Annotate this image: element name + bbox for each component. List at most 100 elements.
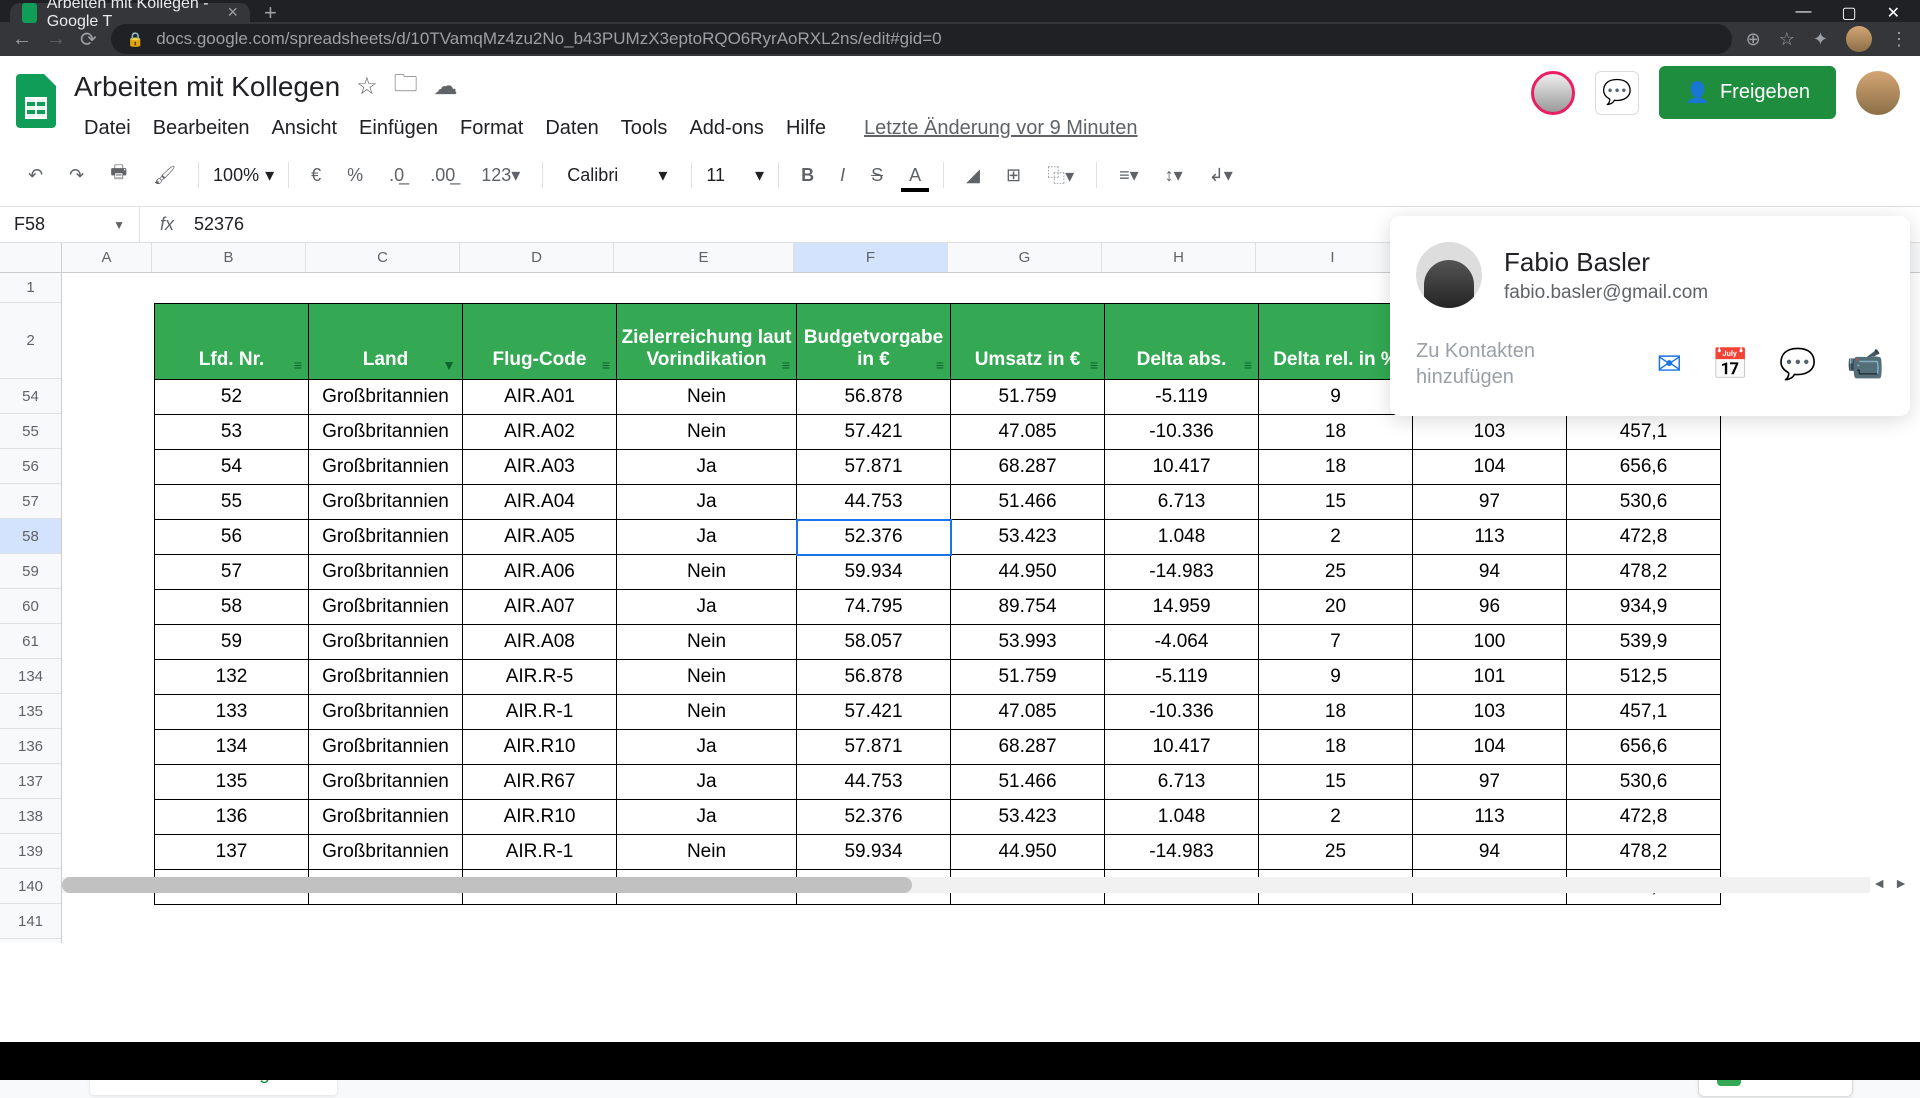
cell[interactable]: 89.754 <box>951 590 1105 625</box>
cell[interactable]: 44.950 <box>951 835 1105 870</box>
cell[interactable]: 113 <box>1413 520 1567 555</box>
share-button[interactable]: 👤 Freigeben <box>1659 66 1836 119</box>
table-row[interactable]: 54GroßbritannienAIR.A03Ja57.87168.28710.… <box>155 450 1721 485</box>
cell[interactable]: 539,9 <box>1567 625 1721 660</box>
borders-icon[interactable]: ⊞ <box>998 159 1029 192</box>
select-all-corner[interactable] <box>0 243 62 272</box>
cell[interactable]: Großbritannien <box>309 660 463 695</box>
cell[interactable]: -10.336 <box>1105 415 1259 450</box>
cell[interactable]: 18 <box>1259 695 1413 730</box>
cell[interactable]: 20 <box>1259 590 1413 625</box>
cell[interactable]: 44.753 <box>797 765 951 800</box>
cell[interactable]: 104 <box>1413 450 1567 485</box>
cell[interactable]: AIR.R67 <box>463 765 617 800</box>
move-icon[interactable]: 🗀 <box>394 66 418 107</box>
cell[interactable]: AIR.A06 <box>463 555 617 590</box>
cell[interactable]: 51.759 <box>951 380 1105 415</box>
cell[interactable]: Großbritannien <box>309 380 463 415</box>
cell[interactable]: Nein <box>617 660 797 695</box>
cell[interactable]: AIR.A05 <box>463 520 617 555</box>
row-header[interactable]: 137 <box>0 764 61 799</box>
cell[interactable]: 94 <box>1413 835 1567 870</box>
cell[interactable]: Ja <box>617 800 797 835</box>
cell[interactable]: 44.753 <box>797 485 951 520</box>
cell[interactable]: -5.119 <box>1105 380 1259 415</box>
cell[interactable]: AIR.A08 <box>463 625 617 660</box>
last-edit-link[interactable]: Letzte Änderung vor 9 Minuten <box>854 113 1148 144</box>
merge-icon[interactable]: ⿻▾ <box>1039 156 1082 194</box>
cell[interactable]: 530,6 <box>1567 765 1721 800</box>
cell[interactable]: Ja <box>617 765 797 800</box>
table-row[interactable]: 134GroßbritannienAIR.R10Ja57.87168.28710… <box>155 730 1721 765</box>
url-input[interactable]: 🔒 docs.google.com/spreadsheets/d/10TVamq… <box>111 24 1732 54</box>
scroll-left-icon[interactable]: ◄ <box>1872 875 1886 891</box>
cell[interactable]: Nein <box>617 555 797 590</box>
font-select[interactable]: Calibri▾ <box>557 165 677 186</box>
cell[interactable]: 6.713 <box>1105 765 1259 800</box>
cell[interactable]: 10.417 <box>1105 450 1259 485</box>
cell[interactable]: Großbritannien <box>309 730 463 765</box>
col-header-D[interactable]: D <box>460 243 614 272</box>
row-header[interactable]: 54 <box>0 379 61 414</box>
browser-tab[interactable]: Arbeiten mit Kollegen - Google T × <box>10 3 250 22</box>
cell[interactable]: -10.336 <box>1105 695 1259 730</box>
col-header-C[interactable]: C <box>306 243 460 272</box>
cell[interactable]: 478,2 <box>1567 835 1721 870</box>
cell[interactable]: Ja <box>617 450 797 485</box>
column-header[interactable]: Budgetvorgabe in €≡ <box>797 304 951 380</box>
cell[interactable]: 44.950 <box>951 555 1105 590</box>
redo-icon[interactable]: ↷ <box>61 159 92 192</box>
cell[interactable]: Großbritannien <box>309 765 463 800</box>
currency-icon[interactable]: € <box>303 159 329 192</box>
column-header[interactable]: Flug-Code≡ <box>463 304 617 380</box>
menu-icon[interactable]: ⋮ <box>1890 29 1908 50</box>
cell[interactable]: 47.085 <box>951 415 1105 450</box>
minimize-icon[interactable]: — <box>1795 3 1811 23</box>
video-icon[interactable]: 📹 <box>1847 347 1884 382</box>
cell[interactable]: 133 <box>155 695 309 730</box>
cell[interactable]: -14.983 <box>1105 835 1259 870</box>
cell[interactable]: 58.057 <box>797 625 951 660</box>
extensions-icon[interactable]: ✦ <box>1813 29 1828 50</box>
cell[interactable]: Ja <box>617 730 797 765</box>
fill-color-icon[interactable]: ◢ <box>958 159 988 192</box>
cell[interactable]: 113 <box>1413 800 1567 835</box>
table-row[interactable]: 132GroßbritannienAIR.R-5Nein56.87851.759… <box>155 660 1721 695</box>
cell[interactable]: 47.085 <box>951 695 1105 730</box>
scroll-right-icon[interactable]: ► <box>1894 875 1908 891</box>
star-icon[interactable]: ☆ <box>356 72 378 101</box>
col-header-E[interactable]: E <box>614 243 794 272</box>
cell[interactable]: AIR.A01 <box>463 380 617 415</box>
cell[interactable]: 135 <box>155 765 309 800</box>
table-row[interactable]: 137GroßbritannienAIR.R-1Nein59.93444.950… <box>155 835 1721 870</box>
row-header[interactable]: 141 <box>0 904 61 939</box>
text-color-icon[interactable]: A <box>901 159 929 192</box>
paint-format-icon[interactable]: 🖌 <box>145 159 184 192</box>
row-header[interactable]: 60 <box>0 589 61 624</box>
cell[interactable]: 25 <box>1259 835 1413 870</box>
cell[interactable]: Nein <box>617 835 797 870</box>
cell[interactable]: 55 <box>155 485 309 520</box>
cell[interactable]: 15 <box>1259 485 1413 520</box>
table-row[interactable]: 58GroßbritannienAIR.A07Ja74.79589.75414.… <box>155 590 1721 625</box>
cell[interactable]: 18 <box>1259 415 1413 450</box>
cell[interactable]: 57.421 <box>797 695 951 730</box>
cell[interactable]: 472,8 <box>1567 800 1721 835</box>
cell[interactable]: Großbritannien <box>309 800 463 835</box>
cell[interactable]: 52 <box>155 380 309 415</box>
table-row[interactable]: 53GroßbritannienAIR.A02Nein57.42147.085-… <box>155 415 1721 450</box>
cell[interactable]: 59.934 <box>797 555 951 590</box>
cell[interactable]: 53.993 <box>951 625 1105 660</box>
close-tab-icon[interactable]: × <box>227 2 238 23</box>
more-formats-icon[interactable]: 123▾ <box>473 159 528 192</box>
cell[interactable]: 53.423 <box>951 800 1105 835</box>
col-header-H[interactable]: H <box>1102 243 1256 272</box>
bold-icon[interactable]: B <box>793 159 822 192</box>
cell[interactable]: 2 <box>1259 520 1413 555</box>
row-header[interactable]: 138 <box>0 799 61 834</box>
collaborator-avatar[interactable] <box>1531 71 1575 115</box>
cell[interactable]: Großbritannien <box>309 485 463 520</box>
sheets-logo-icon[interactable] <box>10 66 62 136</box>
cell[interactable]: 512,5 <box>1567 660 1721 695</box>
cell[interactable]: 52.376 <box>797 800 951 835</box>
